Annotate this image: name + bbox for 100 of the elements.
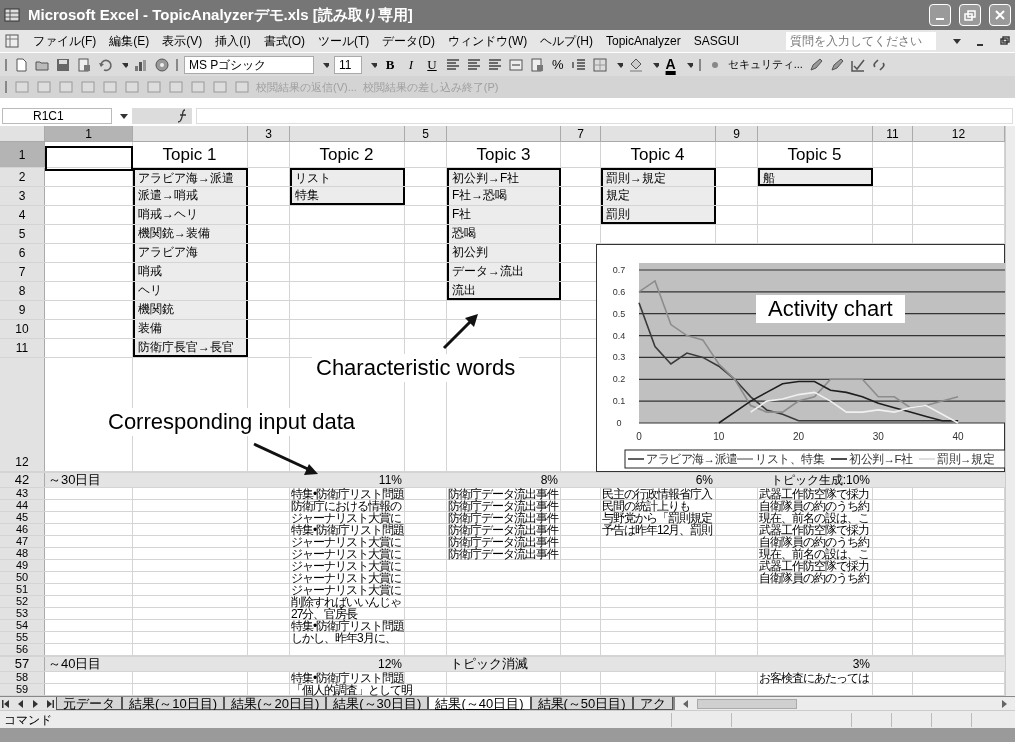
align-center-icon[interactable] xyxy=(466,56,482,73)
pencil-icon[interactable] xyxy=(828,56,845,73)
row-header[interactable]: 5 xyxy=(0,225,45,243)
row-header[interactable]: 59 xyxy=(0,684,45,695)
row-header[interactable]: 50 xyxy=(0,572,45,583)
column-header[interactable]: 9 xyxy=(716,126,758,142)
topic-status: トピック消滅 xyxy=(450,655,528,674)
row-header[interactable]: 11 xyxy=(0,339,45,357)
menu-item[interactable]: ウィンドウ(W) xyxy=(448,32,528,50)
function-icon[interactable] xyxy=(176,108,188,124)
row-header[interactable]: 43 xyxy=(0,488,45,499)
row-header[interactable]: 6 xyxy=(0,244,45,262)
close-button[interactable] xyxy=(989,4,1011,26)
scrollbar-thumb[interactable] xyxy=(696,698,797,709)
grip-icon xyxy=(4,56,8,73)
sheet-tab[interactable]: アク xyxy=(632,697,673,710)
menu-item[interactable]: 表示(V) xyxy=(162,32,203,50)
align-left-icon[interactable] xyxy=(445,56,461,73)
row-header[interactable]: 51 xyxy=(0,584,45,595)
italic-button[interactable]: I xyxy=(403,54,419,75)
menu-item[interactable]: ヘルプ(H) xyxy=(540,32,593,50)
row-header[interactable]: 2 xyxy=(0,168,45,186)
legend-label: アラビア海→派遣 xyxy=(646,453,738,465)
row-header[interactable]: 3 xyxy=(0,187,45,205)
menu-item[interactable]: SASGUI xyxy=(693,32,740,50)
font-field[interactable]: MS Pゴシック xyxy=(184,55,314,74)
restore-button[interactable] xyxy=(959,4,981,26)
input-text: 予告は昨年12月、罰則 xyxy=(602,523,713,536)
row-header[interactable]: 52 xyxy=(0,596,45,607)
formula-field[interactable] xyxy=(196,108,1013,124)
column-header[interactable]: 12 xyxy=(913,126,1005,142)
row-header[interactable]: 45 xyxy=(0,512,45,523)
horizontal-scrollbar[interactable] xyxy=(672,697,1015,710)
annotation-label: Characteristic words xyxy=(312,354,520,382)
new-document-icon[interactable] xyxy=(13,56,29,73)
row-header[interactable]: 55 xyxy=(0,632,45,643)
axis-tick-label: 0.6 xyxy=(612,286,626,297)
menu-item[interactable]: TopicAnalyzer xyxy=(606,32,681,50)
topic-word-cell: 初公判→F社 xyxy=(447,168,561,186)
row-header[interactable]: 49 xyxy=(0,560,45,571)
row-header[interactable]: 44 xyxy=(0,500,45,511)
menu-item[interactable]: 編集(E) xyxy=(109,32,150,50)
row-header[interactable]: 46 xyxy=(0,524,45,535)
column-header[interactable]: 5 xyxy=(405,126,447,142)
minimize-button[interactable] xyxy=(929,4,951,26)
bold-button[interactable]: B xyxy=(382,54,398,75)
font-size-field[interactable]: 11 xyxy=(334,55,362,74)
row-header[interactable]: 58 xyxy=(0,672,45,683)
active-cell[interactable] xyxy=(45,146,133,171)
link-icon[interactable] xyxy=(870,56,887,73)
row-header[interactable]: 7 xyxy=(0,263,45,281)
axis-tick-label: 0.1 xyxy=(612,396,626,407)
font-color-button[interactable]: A xyxy=(663,54,678,75)
menu-item[interactable]: 挿入(I) xyxy=(215,32,251,50)
indent-icon[interactable] xyxy=(570,56,587,73)
input-text: 防衛庁における情報の xyxy=(291,499,401,512)
legend-label: リスト、特集 xyxy=(755,453,824,465)
row-header[interactable]: 9 xyxy=(0,301,45,319)
row-header[interactable]: 56 xyxy=(0,644,45,655)
menu-item[interactable]: ツール(T) xyxy=(318,32,370,50)
column-header[interactable]: 3 xyxy=(248,126,290,142)
percentage: 12% xyxy=(377,656,402,672)
input-text: 自衛隊員の約のうち約 xyxy=(759,571,869,584)
page-icon[interactable] xyxy=(76,56,92,73)
row-header[interactable]: 4 xyxy=(0,206,45,224)
column-header[interactable]: 11 xyxy=(873,126,913,142)
column-header[interactable]: 7 xyxy=(561,126,601,142)
axis-tick-label: 40 xyxy=(952,431,964,442)
help-field[interactable]: 質問を入力してください xyxy=(786,32,936,50)
topic-word-cell: 機関銃→装備 xyxy=(133,225,248,243)
window-title: Microsoft Excel - TopicAnalyzerデモ.xls [読み取り専用] xyxy=(28,4,413,25)
menu-item[interactable]: 書式(O) xyxy=(263,32,305,50)
row-header[interactable]: 47 xyxy=(0,536,45,547)
row-header[interactable]: 1 xyxy=(0,142,45,167)
name-box[interactable]: R1C1 xyxy=(2,108,112,124)
underline-button[interactable]: U xyxy=(424,54,440,75)
percent-button[interactable]: % xyxy=(550,54,566,75)
workbook-icon[interactable] xyxy=(4,33,20,49)
menu-item[interactable]: データ(D) xyxy=(382,32,435,50)
row-header[interactable]: 48 xyxy=(0,548,45,559)
merge-cells-icon[interactable] xyxy=(508,56,524,73)
menu-item[interactable]: ファイル(F) xyxy=(33,32,97,50)
row-header[interactable]: 54 xyxy=(0,620,45,631)
help-icon[interactable] xyxy=(154,56,170,73)
paint-bucket-icon[interactable] xyxy=(627,56,644,73)
input-text: 自衛隊員の約のうち約 xyxy=(759,535,869,548)
row-header[interactable]: 10 xyxy=(0,320,45,338)
row-header[interactable]: 8 xyxy=(0,282,45,300)
topic-word-cell: アラビア海→派遣 xyxy=(133,168,248,186)
percentage: 11% xyxy=(378,472,402,488)
pen-icon[interactable] xyxy=(807,56,824,73)
column-header[interactable]: 1 xyxy=(45,126,133,142)
align-right-icon[interactable] xyxy=(487,56,503,73)
row-header[interactable]: 12 xyxy=(0,358,45,471)
status-text: コマンド xyxy=(4,711,52,729)
vertical-scrollbar[interactable] xyxy=(1005,126,1015,696)
sheet-tab[interactable]: 元データ xyxy=(56,697,122,710)
row-header[interactable]: 53 xyxy=(0,608,45,619)
legend-label: 初公判→F社 xyxy=(849,453,913,465)
security-button[interactable]: セキュリティ... xyxy=(727,56,803,73)
